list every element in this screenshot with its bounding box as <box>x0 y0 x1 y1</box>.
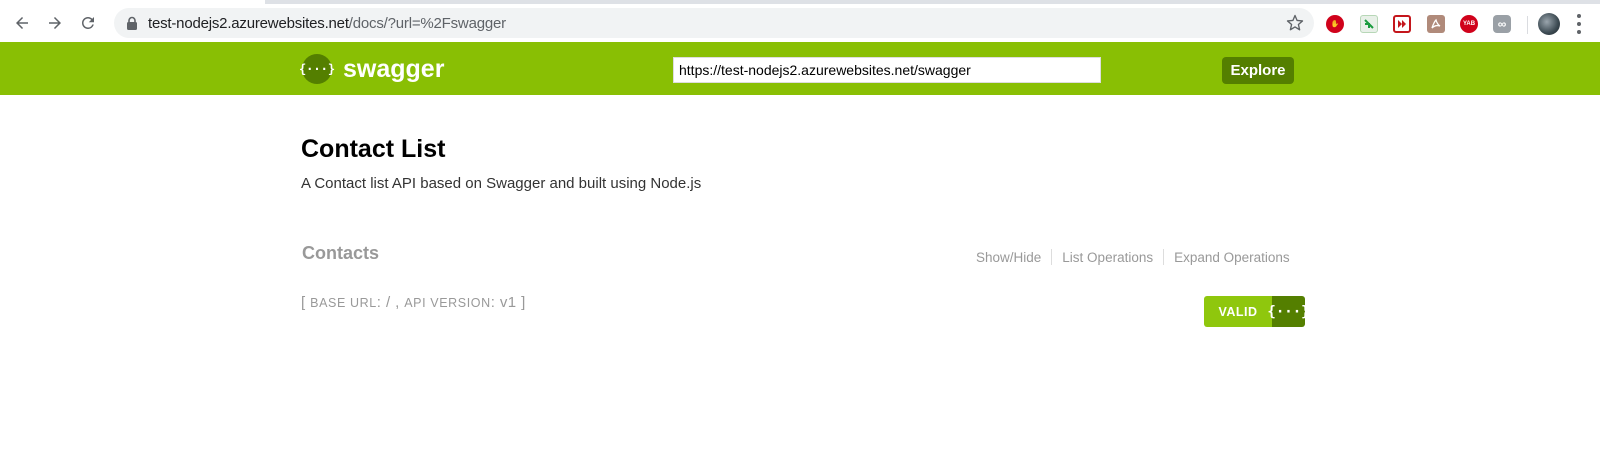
base-url-label: BASE URL <box>310 296 377 310</box>
menu-dot-icon <box>1577 14 1581 18</box>
label-colon: : <box>490 294 496 311</box>
swagger-brand[interactable]: swagger <box>343 55 444 84</box>
media-extension-icon[interactable] <box>1393 15 1411 33</box>
browser-menu-button[interactable] <box>1576 14 1582 34</box>
bookmark-star-icon[interactable] <box>1286 14 1304 32</box>
forward-button[interactable] <box>41 9 69 37</box>
list-operations-link[interactable]: List Operations <box>1052 250 1163 265</box>
validator-badge[interactable]: VALID {···} <box>1204 296 1305 327</box>
pdf-extension-icon[interactable] <box>1427 15 1445 33</box>
menu-dot-icon <box>1577 22 1581 26</box>
swagger-logo-icon[interactable]: {···} <box>299 54 335 84</box>
address-url: test-nodejs2.azurewebsites.net/docs/?url… <box>148 15 506 32</box>
validator-label: VALID <box>1204 296 1272 327</box>
explore-button[interactable]: Explore <box>1222 57 1294 84</box>
link-extension-icon[interactable]: ∞ <box>1493 15 1511 33</box>
yab-extension-icon[interactable]: YAB <box>1460 15 1478 33</box>
base-url-value: / <box>385 294 391 311</box>
arrow-left-icon <box>16 17 28 29</box>
close-bracket: ] <box>521 294 526 311</box>
validator-swagger-icon: {···} <box>1267 296 1305 327</box>
reload-button[interactable] <box>74 9 102 37</box>
url-path: /docs/?url=%2Fswagger <box>348 15 506 32</box>
api-footer-info: [ BASE URL: / , API VERSION: v1 ] <box>301 294 526 311</box>
url-host: test-nodejs2.azurewebsites.net <box>148 15 349 32</box>
browser-toolbar: test-nodejs2.azurewebsites.net/docs/?url… <box>0 4 1600 42</box>
api-version-label: API VERSION <box>404 296 491 310</box>
arrow-right-icon <box>49 17 61 29</box>
menu-dot-icon <box>1577 30 1581 34</box>
swagger-header: {···} swagger Explore <box>0 42 1600 95</box>
resource-options: Show/Hide List Operations Expand Operati… <box>965 249 1290 265</box>
show-hide-link[interactable]: Show/Hide <box>965 250 1051 265</box>
open-bracket: [ <box>301 294 306 311</box>
sheets-extension-icon[interactable] <box>1360 15 1378 33</box>
resource-heading-contacts[interactable]: Contacts <box>302 243 379 264</box>
profile-avatar[interactable] <box>1538 13 1560 35</box>
address-bar[interactable]: test-nodejs2.azurewebsites.net/docs/?url… <box>114 8 1314 38</box>
spec-url-input[interactable] <box>673 57 1101 83</box>
adblock-extension-icon[interactable]: ✋ <box>1326 15 1344 33</box>
reload-icon <box>82 17 94 29</box>
label-colon: : <box>376 294 382 311</box>
expand-operations-link[interactable]: Expand Operations <box>1164 250 1290 265</box>
back-button[interactable] <box>8 9 36 37</box>
api-version-value: v1 <box>499 294 517 311</box>
api-title: Contact List <box>301 135 446 163</box>
toolbar-separator <box>1527 16 1528 34</box>
lock-icon <box>127 16 137 30</box>
api-description: A Contact list API based on Swagger and … <box>301 175 702 192</box>
